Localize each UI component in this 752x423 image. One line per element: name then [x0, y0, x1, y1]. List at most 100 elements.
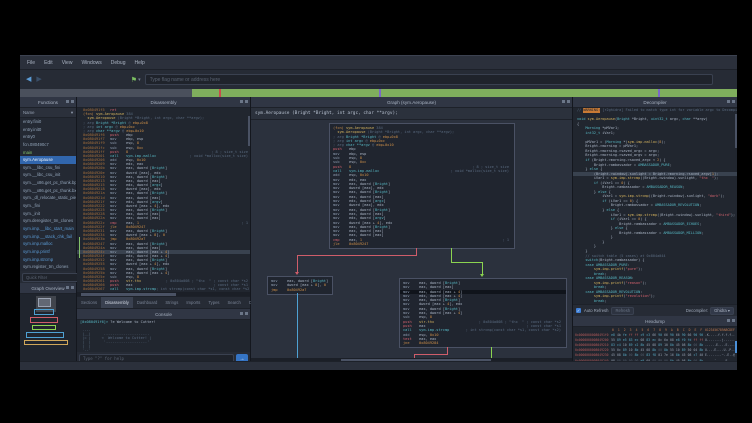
overview-node: [38, 298, 51, 307]
tab-strings[interactable]: Strings: [161, 297, 182, 308]
panel-menu-icons[interactable]: [727, 319, 735, 322]
function-item[interactable]: fcn.080490c7: [20, 141, 76, 149]
graph-overview-header: Graph Overview: [20, 283, 76, 294]
quick-filter-input[interactable]: [22, 273, 85, 282]
graph-panel: Graph (sym.Aeropause) sym.Aeropause (Bri…: [251, 97, 573, 361]
panel-menu-icons[interactable]: [562, 100, 570, 103]
panel-menu-icons[interactable]: [727, 100, 735, 103]
quick-filter-row: ✕: [20, 271, 76, 283]
panel-menu-icons[interactable]: [240, 100, 248, 103]
function-item[interactable]: sym.imp.strcmp: [20, 256, 76, 264]
function-item[interactable]: sym._init: [20, 210, 76, 218]
decompiler-panel-header: Decompiler: [573, 97, 737, 108]
function-item[interactable]: main: [20, 149, 76, 157]
graph-edge: [297, 255, 417, 256]
console-panel-header: Console: [77, 309, 250, 320]
function-item[interactable]: sym.Aeropause: [20, 156, 76, 164]
graph-canvas[interactable]: (fcn) sym.Aeropause 384 sym.Aeropause (B…: [251, 120, 572, 358]
hexdump-scrollbar[interactable]: [735, 341, 737, 353]
function-item[interactable]: entry0: [20, 133, 76, 141]
cutter-window: File Edit View Windows Debug Help ◀ ▶ ⚑ ▾ Fun…: [20, 55, 737, 368]
forward-arrow-icon[interactable]: ▶: [36, 76, 41, 83]
panel-menu-icons[interactable]: [66, 100, 74, 103]
graph-edge-arrow: [295, 272, 299, 275]
refresh-button[interactable]: Refresh: [611, 307, 634, 315]
overview-node: [26, 332, 64, 338]
decompiler-line[interactable]: break;: [573, 299, 737, 304]
hexdump-title: Hexdump: [645, 319, 665, 324]
function-item[interactable]: sym.imp.printf: [20, 248, 76, 256]
overview-node: [34, 309, 54, 315]
function-item[interactable]: sym.deregister_tm_clones: [20, 217, 76, 225]
main-area: Functions Name ▾ entry.fini0entry.init0e…: [20, 97, 737, 361]
decompiler-engine-select[interactable]: Ghidra ▾: [710, 307, 734, 315]
overview-node: [30, 317, 58, 323]
flag-address-input[interactable]: [145, 74, 713, 85]
chevron-down-icon[interactable]: ▾: [138, 77, 141, 83]
disassembly-hscrollbar[interactable]: [77, 292, 250, 296]
graph-edge-arrow: [480, 274, 484, 277]
seek-bar[interactable]: [20, 89, 737, 97]
tab-types[interactable]: Types: [204, 297, 223, 308]
graph-edge: [482, 262, 483, 274]
functions-panel-header: Functions: [20, 97, 76, 108]
menu-view[interactable]: View: [62, 60, 73, 66]
function-item[interactable]: sym.__libc_csu_init: [20, 171, 76, 179]
menu-help[interactable]: Help: [134, 60, 144, 66]
console-output: [0x080491f6]> ?e Welcome to Cutter! .--.…: [77, 320, 250, 352]
screenshot-canvas: File Edit View Windows Debug Help ◀ ▶ ⚑ ▾ Fun…: [0, 0, 752, 423]
tab-dashboard[interactable]: Dashboard: [133, 297, 162, 308]
graph-block[interactable]: moveax, dword [Bright]moveax, dword [eax…: [399, 278, 567, 348]
graph-edge: [451, 262, 483, 263]
tab-sections[interactable]: Sections: [77, 297, 101, 308]
auto-refresh-label: Auto Refresh: [584, 308, 608, 313]
menu-windows[interactable]: Windows: [81, 60, 101, 66]
auto-refresh-checkbox[interactable]: ✓: [576, 308, 581, 313]
code-line[interactable]: jmp0x80492a7: [268, 288, 332, 292]
functions-column-header[interactable]: Name ▾: [20, 108, 76, 118]
decompiler-scrollbar[interactable]: [735, 114, 737, 148]
graph-edge: [414, 354, 448, 355]
code-line[interactable]: jle0x8049247: [330, 242, 514, 246]
decompiler-title: Decompiler: [643, 100, 666, 105]
function-item[interactable]: sym.imp.malloc: [20, 240, 76, 248]
function-item[interactable]: sym.register_tm_clones: [20, 263, 76, 271]
disassembly-title: Disassembly: [150, 100, 176, 105]
function-item[interactable]: sym.__x86.get_pc_thunk.bp: [20, 179, 76, 187]
seek-tick: [658, 89, 660, 97]
function-item[interactable]: sym.__libc_csu_fini: [20, 164, 76, 172]
tab-imports[interactable]: Imports: [182, 297, 204, 308]
disassembly-panel-header: Disassembly: [77, 97, 250, 108]
graph-edge: [297, 255, 298, 272]
code-line[interactable]: jne0x8049284: [400, 341, 566, 345]
graph-block[interactable]: (fcn) sym.Aeropause 384 sym.Aeropause (B…: [329, 123, 515, 249]
flag-icon: ⚑: [131, 76, 137, 84]
function-item[interactable]: sym.__x86.get_pc_thunk.bx: [20, 187, 76, 195]
jump-arrow-line: [79, 237, 80, 258]
menu-debug[interactable]: Debug: [111, 60, 126, 66]
function-item[interactable]: sym._dl_relocate_static_pie: [20, 194, 76, 202]
panel-menu-icons[interactable]: [240, 312, 248, 315]
tab-search[interactable]: Search: [224, 297, 245, 308]
panel-menu-icons[interactable]: [66, 286, 74, 289]
seek-tick: [219, 89, 221, 97]
function-item[interactable]: entry.fini0: [20, 118, 76, 126]
function-item[interactable]: sym.imp.__stack_chk_fail: [20, 233, 76, 241]
graph-overview-title: Graph Overview: [31, 286, 64, 291]
console-line: '--': [77, 348, 250, 352]
disassembly-scrollbar[interactable]: [248, 116, 250, 146]
function-item[interactable]: sym.imp.__libc_start_main: [20, 225, 76, 233]
tab-disassembly[interactable]: Disassembly: [101, 297, 133, 308]
code-line[interactable]: 0x08049267callsym.imp.strcmp; int strcmp…: [77, 287, 250, 291]
back-arrow-icon[interactable]: ◀: [26, 76, 31, 83]
function-item[interactable]: sym._fini: [20, 202, 76, 210]
chevron-down-icon[interactable]: ▾: [71, 110, 73, 116]
function-item[interactable]: entry.init0: [20, 126, 76, 134]
name-column-label: Name: [23, 110, 34, 115]
decompiler-line[interactable]: // WARNING: [r2ghidra] Failed to match t…: [573, 108, 737, 113]
menu-file[interactable]: File: [27, 60, 35, 66]
seek-tick: [379, 89, 381, 97]
menu-edit[interactable]: Edit: [44, 60, 53, 66]
graph-block[interactable]: moveax, dword [Bright]movdword [eax + 8]…: [267, 276, 333, 295]
graph-overview-canvas[interactable]: [20, 294, 76, 363]
